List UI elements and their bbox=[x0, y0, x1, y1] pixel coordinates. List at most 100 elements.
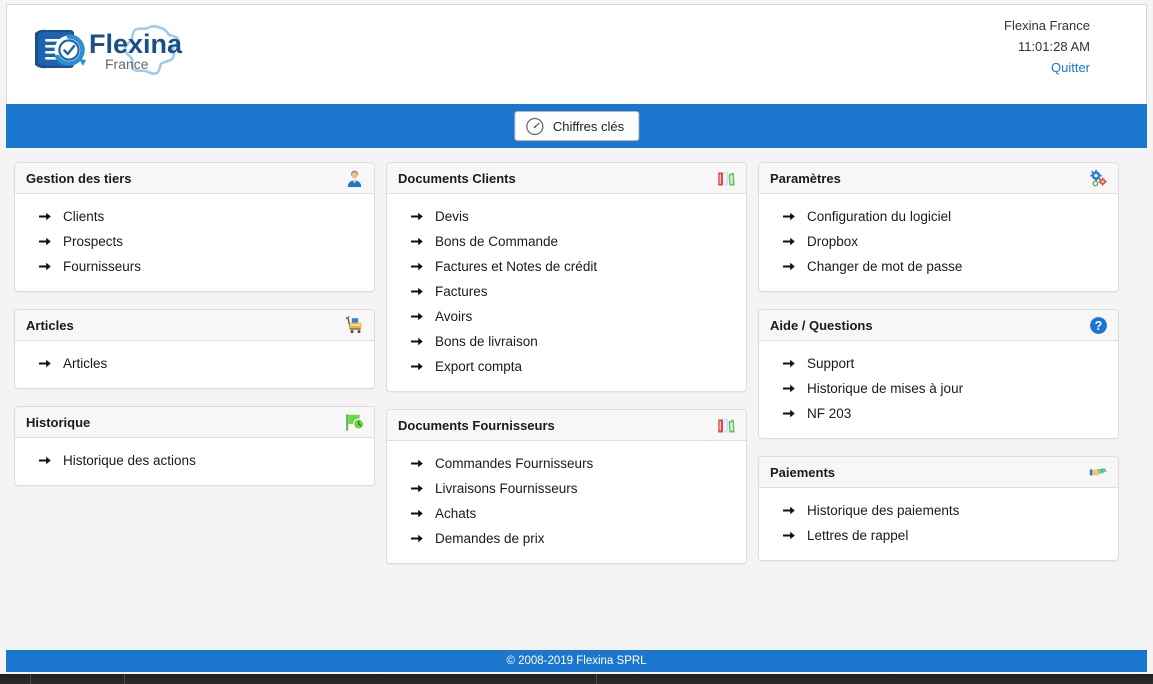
clock-display: 11:01:28 AM bbox=[1017, 39, 1090, 54]
menu-item[interactable]: Export compta bbox=[387, 354, 746, 379]
menu-item-label: Articles bbox=[63, 356, 108, 371]
menu-item[interactable]: Historique de mises à jour bbox=[759, 376, 1118, 401]
quit-link[interactable]: Quitter bbox=[1051, 60, 1090, 75]
menu-item-label: Fournisseurs bbox=[63, 259, 142, 274]
gauge-icon bbox=[525, 117, 544, 136]
gears-icon bbox=[1089, 169, 1108, 188]
arrow-bullet-icon bbox=[39, 212, 51, 221]
panel-header: Paiements bbox=[759, 457, 1118, 488]
menu-item-label: Bons de livraison bbox=[435, 334, 538, 349]
menu-item[interactable]: NF 203 bbox=[759, 401, 1118, 426]
binders-icon bbox=[717, 416, 736, 435]
arrow-bullet-icon bbox=[783, 384, 795, 393]
panel: Paramètres Configuration du logiciel Dro… bbox=[758, 162, 1119, 292]
panel: Paiements Historique des paiements Lettr… bbox=[758, 456, 1119, 561]
menu-item-label: Livraisons Fournisseurs bbox=[435, 481, 578, 496]
panel-header: Aide / Questions ? bbox=[759, 310, 1118, 341]
menu-item[interactable]: Changer de mot de passe bbox=[759, 254, 1118, 279]
menu-item-label: Dropbox bbox=[807, 234, 859, 249]
menu-item[interactable]: Bons de Commande bbox=[387, 229, 746, 254]
arrow-bullet-icon bbox=[411, 534, 423, 543]
shopping-cart-icon bbox=[345, 315, 364, 335]
logo-subtitle: France bbox=[105, 56, 149, 72]
panel: Aide / Questions ? Support Historique de… bbox=[758, 309, 1119, 439]
menu-item-label: Avoirs bbox=[435, 309, 473, 324]
panel-body: Clients Prospects Fournisseurs bbox=[15, 194, 374, 291]
menu-item[interactable]: Bons de livraison bbox=[387, 329, 746, 354]
menu-item[interactable]: Historique des paiements bbox=[759, 498, 1118, 523]
menu-item-label: Configuration du logiciel bbox=[807, 209, 952, 224]
menu-item[interactable]: Achats bbox=[387, 501, 746, 526]
logo-wordmark: Flexina bbox=[89, 29, 183, 59]
menu-item-label: Bons de Commande bbox=[435, 234, 559, 249]
panel-column-1: Gestion des tiers Clients Prospects Four… bbox=[14, 162, 375, 648]
application-root: Flexina France Flexina France 11:01:28 A… bbox=[0, 0, 1153, 684]
menu-item-label: Demandes de prix bbox=[435, 531, 545, 546]
menu-item[interactable]: Devis bbox=[387, 204, 746, 229]
copyright-text: © 2008-2019 Flexina SPRL bbox=[506, 655, 647, 667]
panel-header: Articles bbox=[15, 310, 374, 341]
panel-header: Historique bbox=[15, 407, 374, 438]
menu-item-label: Achats bbox=[435, 506, 477, 521]
key-figures-button[interactable]: Chiffres clés bbox=[513, 111, 640, 141]
panel-title: Articles bbox=[26, 317, 74, 333]
panel-title: Paramètres bbox=[770, 170, 841, 186]
menu-item-label: Historique des actions bbox=[63, 453, 196, 468]
panel-title: Gestion des tiers bbox=[26, 170, 132, 186]
panels-grid: Gestion des tiers Clients Prospects Four… bbox=[6, 148, 1147, 648]
menu-item-label: Support bbox=[807, 356, 855, 371]
history-flag-icon bbox=[345, 413, 364, 432]
main-navbar: Chiffres clés bbox=[6, 104, 1147, 148]
arrow-bullet-icon bbox=[783, 237, 795, 246]
user-name: Flexina France bbox=[1004, 18, 1090, 33]
menu-item-label: NF 203 bbox=[807, 406, 852, 421]
menu-item-label: Lettres de rappel bbox=[807, 528, 909, 543]
menu-item[interactable]: Commandes Fournisseurs bbox=[387, 451, 746, 476]
menu-item[interactable]: Demandes de prix bbox=[387, 526, 746, 551]
menu-item[interactable]: Support bbox=[759, 351, 1118, 376]
panel-title: Historique bbox=[26, 414, 91, 430]
user-icon bbox=[345, 169, 364, 188]
menu-item[interactable]: Dropbox bbox=[759, 229, 1118, 254]
panel-body: Support Historique de mises à jour NF 20… bbox=[759, 341, 1118, 438]
menu-item-label: Clients bbox=[63, 209, 105, 224]
panel-title: Documents Fournisseurs bbox=[398, 417, 555, 433]
os-taskbar bbox=[0, 674, 1153, 684]
menu-item[interactable]: Articles bbox=[15, 351, 374, 376]
arrow-bullet-icon bbox=[411, 312, 423, 321]
arrow-bullet-icon bbox=[411, 262, 423, 271]
panel-body: Historique des actions bbox=[15, 438, 374, 485]
menu-item[interactable]: Clients bbox=[15, 204, 374, 229]
panel-title: Documents Clients bbox=[398, 170, 516, 186]
arrow-bullet-icon bbox=[39, 237, 51, 246]
flexina-logo[interactable]: Flexina France bbox=[21, 19, 201, 77]
panel-column-2: Documents Clients Devis Bons de Commande… bbox=[386, 162, 747, 648]
menu-item[interactable]: Prospects bbox=[15, 229, 374, 254]
menu-item-label: Factures et Notes de crédit bbox=[435, 259, 598, 274]
menu-item[interactable]: Historique des actions bbox=[15, 448, 374, 473]
panel-body: Historique des paiements Lettres de rapp… bbox=[759, 488, 1118, 560]
arrow-bullet-icon bbox=[783, 531, 795, 540]
menu-item-label: Prospects bbox=[63, 234, 124, 249]
arrow-bullet-icon bbox=[411, 484, 423, 493]
arrow-bullet-icon bbox=[39, 359, 51, 368]
key-figures-label: Chiffres clés bbox=[552, 118, 625, 134]
menu-item[interactable]: Avoirs bbox=[387, 304, 746, 329]
menu-item-label: Changer de mot de passe bbox=[807, 259, 963, 274]
panel-column-3: Paramètres Configuration du logiciel Dro… bbox=[758, 162, 1119, 648]
arrow-bullet-icon bbox=[411, 287, 423, 296]
panel: Articles Articles bbox=[14, 309, 375, 389]
panel: Documents Fournisseurs Commandes Fournis… bbox=[386, 409, 747, 564]
arrow-bullet-icon bbox=[411, 509, 423, 518]
panel-header: Paramètres bbox=[759, 163, 1118, 194]
arrow-bullet-icon bbox=[783, 359, 795, 368]
menu-item[interactable]: Factures et Notes de crédit bbox=[387, 254, 746, 279]
menu-item[interactable]: Configuration du logiciel bbox=[759, 204, 1118, 229]
arrow-bullet-icon bbox=[411, 459, 423, 468]
menu-item[interactable]: Livraisons Fournisseurs bbox=[387, 476, 746, 501]
taskbar-strip bbox=[0, 674, 1153, 684]
menu-item-label: Factures bbox=[435, 284, 488, 299]
menu-item[interactable]: Factures bbox=[387, 279, 746, 304]
menu-item[interactable]: Lettres de rappel bbox=[759, 523, 1118, 548]
menu-item[interactable]: Fournisseurs bbox=[15, 254, 374, 279]
